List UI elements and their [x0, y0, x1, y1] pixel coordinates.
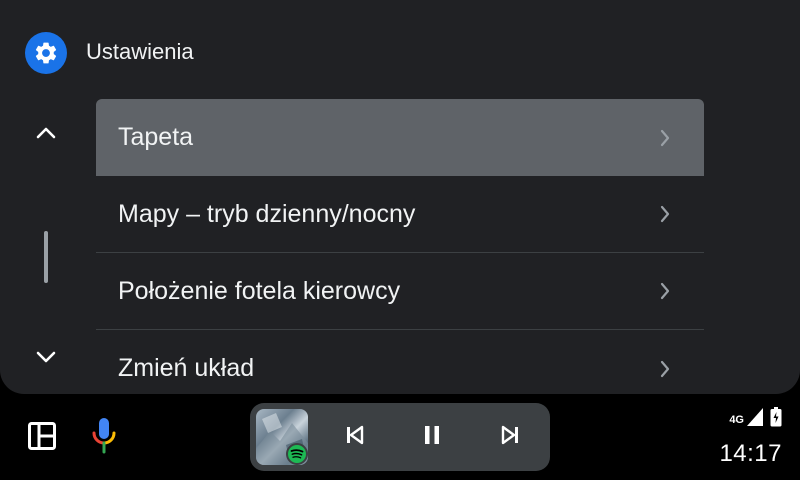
- page-title: Ustawienia: [86, 39, 194, 64]
- network-type: 4G: [729, 414, 744, 426]
- settings-item-label: Zmień układ: [118, 354, 255, 382]
- scrollbar-thumb[interactable]: [44, 231, 48, 283]
- settings-card: Ustawienia Tapeta Mapy – tryb dzienny/no…: [0, 0, 800, 394]
- layout-button[interactable]: [24, 420, 60, 456]
- layout-grid-icon: [27, 421, 57, 456]
- spotify-icon: [286, 443, 308, 465]
- chevron-right-icon: [656, 126, 674, 150]
- scroll-down-button[interactable]: [26, 339, 66, 379]
- chevron-right-icon: [656, 357, 674, 381]
- chevron-down-icon: [36, 350, 56, 369]
- skip-previous-button[interactable]: [339, 421, 371, 453]
- settings-item-label: Położenie fotela kierowcy: [118, 276, 401, 305]
- signal-icon: [746, 407, 764, 432]
- media-widget: [250, 403, 550, 471]
- battery-icon: [770, 407, 782, 432]
- status-area: 4G 14:17: [719, 407, 782, 468]
- microphone-icon: [91, 416, 117, 461]
- chevron-right-icon: [656, 279, 674, 303]
- skip-next-button[interactable]: [494, 421, 526, 453]
- settings-list: Tapeta Mapy – tryb dzienny/nocny Położen…: [96, 99, 704, 394]
- scroll-up-button[interactable]: [26, 115, 66, 155]
- pause-button[interactable]: [416, 421, 448, 453]
- settings-item-wallpaper[interactable]: Tapeta: [96, 99, 704, 176]
- settings-item-change-layout[interactable]: Zmień układ: [96, 330, 704, 394]
- clock: 14:17: [719, 440, 782, 467]
- pause-icon: [420, 423, 444, 452]
- skip-previous-icon: [343, 423, 367, 452]
- skip-next-icon: [498, 423, 522, 452]
- chevron-up-icon: [36, 126, 56, 145]
- gear-icon: [25, 32, 67, 74]
- settings-item-label: Mapy – tryb dzienny/nocny: [118, 199, 416, 228]
- chevron-right-icon: [656, 202, 674, 226]
- settings-item-map-mode[interactable]: Mapy – tryb dzienny/nocny: [96, 176, 704, 253]
- settings-item-label: Tapeta: [118, 123, 194, 151]
- voice-assistant-button[interactable]: [88, 416, 120, 460]
- settings-item-driver-seat[interactable]: Położenie fotela kierowcy: [96, 253, 704, 330]
